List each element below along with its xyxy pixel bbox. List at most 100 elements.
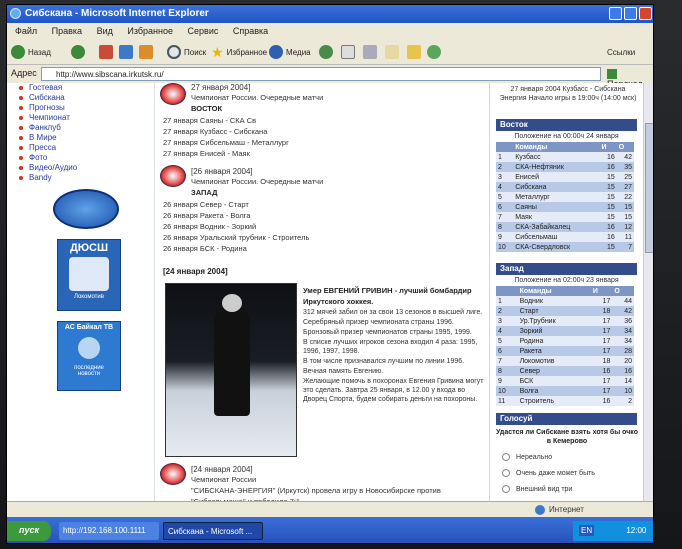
nav-item-6[interactable]: Пресса [7, 143, 155, 153]
table-cell: Сибскана [513, 182, 600, 192]
back-button[interactable]: Назад [11, 43, 51, 61]
table-cell: СКА-Нефтяник [513, 162, 600, 172]
links-button[interactable]: Ссылки [607, 43, 635, 61]
nav-item-2[interactable]: Прогнозы [7, 103, 155, 113]
clock: 12:00 [626, 526, 647, 535]
poll-option[interactable]: Внешний вид три [496, 481, 638, 497]
maximize-button[interactable] [624, 7, 637, 20]
close-button[interactable] [639, 7, 652, 20]
table-cell: 35 [616, 162, 634, 172]
table-cell: 17 [590, 386, 613, 396]
match-line[interactable]: 27 января Кузбасс - Сибскана [163, 126, 289, 137]
start-button[interactable]: пуск [7, 521, 51, 541]
poll-option[interactable]: Очень даже может быть [496, 465, 638, 481]
table-row: 2 СКА-Нефтяник 16 35 [496, 162, 634, 172]
nav-item-8[interactable]: Видео/Аудио [7, 163, 155, 173]
news-headline: Умер ЕВГЕНИЙ ГРИВИН - лучший бомбардир И… [303, 286, 472, 306]
history-icon [319, 45, 333, 59]
print-button[interactable] [363, 43, 377, 61]
table-row: 10 Волга 17 10 [496, 386, 634, 396]
edit-button[interactable] [385, 43, 399, 61]
poll-option-label: Внешний вид три [516, 485, 573, 493]
menu-view[interactable]: Вид [97, 26, 113, 36]
nav-item-7[interactable]: Фото [7, 153, 155, 163]
match-line[interactable]: 27 января Енисей - Маяк [163, 148, 289, 159]
address-input[interactable]: http://www.sibscana.irkutsk.ru/ [41, 67, 601, 81]
dyussh-banner[interactable]: ДЮСШ Локомотив [57, 239, 121, 311]
table-row: 4 Сибскана 15 27 [496, 182, 634, 192]
table-cell: 3 [496, 316, 518, 326]
east-table: Команды И О 1 Кузбасс 16 42 2 СКА-Нефтяник 16 35 3 Е… [496, 142, 634, 252]
menu-file[interactable]: Файл [15, 26, 37, 36]
table-cell: СКА-Свердловск [513, 242, 600, 252]
folder-button[interactable] [407, 43, 421, 61]
table-row: 3 Ур.Трубник 17 36 [496, 316, 634, 326]
poll-option[interactable]: Нереально [496, 449, 638, 465]
table-cell: 44 [612, 296, 634, 306]
table-cell: Енисей [513, 172, 600, 182]
table-cell: 17 [590, 336, 613, 346]
menu-favorites[interactable]: Избранное [127, 26, 173, 36]
vertical-scrollbar[interactable] [643, 83, 653, 501]
radio-button[interactable] [502, 453, 510, 461]
nav-item-1[interactable]: Сибскана [7, 93, 155, 103]
match-line[interactable]: 26 января Север - Старт [163, 199, 309, 210]
forward-arrow-icon [71, 45, 85, 59]
address-label: Адрес [11, 68, 37, 78]
messenger-button[interactable] [427, 43, 441, 61]
table-cell: 2 [496, 162, 514, 172]
language-indicator[interactable]: EN [579, 525, 595, 536]
menu-help[interactable]: Справка [233, 26, 268, 36]
scroll-thumb[interactable] [645, 123, 653, 253]
stop-button[interactable] [99, 43, 113, 61]
address-bar: Адрес http://www.sibscana.irkutsk.ru/ Пе… [7, 65, 653, 89]
table-cell: 1 [496, 152, 514, 162]
nav-item-3[interactable]: Чемпионат [7, 113, 155, 123]
table-cell: 15 [616, 212, 634, 222]
club-emblem-logo[interactable] [53, 189, 119, 229]
table-row: 3 Енисей 15 25 [496, 172, 634, 182]
match-line[interactable]: 26 января Уральский трубник - Строитель [163, 232, 309, 243]
nav-item-9[interactable]: Bandy [7, 173, 155, 183]
forward-button[interactable] [71, 43, 85, 61]
history-button[interactable] [319, 43, 333, 61]
table-cell: Локомотив [517, 356, 591, 366]
table-cell: 17 [590, 296, 613, 306]
match-line[interactable]: 27 января Саяны - СКА Св [163, 115, 289, 126]
match-line[interactable]: 26 января Ракета - Волга [163, 210, 309, 221]
taskbar-item-browser-2[interactable]: Сибскана - Microsoft ... [163, 522, 263, 540]
table-cell: БСК [517, 376, 591, 386]
minimize-button[interactable] [609, 7, 622, 20]
nav-item-5[interactable]: В Мире [7, 133, 155, 143]
table-cell: 22 [616, 192, 634, 202]
taskbar-item-browser-1[interactable]: http://192.168.100.1111 [59, 522, 159, 540]
status-bar: Интернет [7, 501, 653, 517]
menu-edit[interactable]: Правка [52, 26, 82, 36]
search-button[interactable]: Поиск [167, 43, 206, 61]
baikal-tv-banner[interactable]: АС Байкал ТВ последние новости [57, 321, 121, 391]
table-cell: 8 [496, 222, 514, 232]
favorites-button[interactable]: ★ Избранное [211, 43, 267, 61]
table-cell: 3 [496, 172, 514, 182]
refresh-button[interactable] [119, 43, 133, 61]
nav-item-0[interactable]: Гостевая [7, 83, 155, 93]
system-tray: EN 12:00 [573, 521, 653, 541]
nav-item-4[interactable]: Фанклуб [7, 123, 155, 133]
table-cell: 14 [612, 376, 634, 386]
match-line[interactable]: 26 января Водник - Зоркий [163, 221, 309, 232]
mail-button[interactable] [341, 43, 355, 61]
news-lead: Чемпионат России. Очередные матчи [191, 93, 324, 102]
radio-button[interactable] [502, 469, 510, 477]
table-cell: СКА-Забайкалец [513, 222, 600, 232]
match-line[interactable]: 27 января Сибсельмаш - Металлург [163, 137, 289, 148]
menu-tools[interactable]: Сервис [188, 26, 219, 36]
media-button[interactable]: Медиа [269, 43, 311, 61]
right-column: 27 января 2004 Кузбасс - Сибскана Энерги… [492, 83, 643, 501]
player-photo[interactable] [165, 283, 297, 457]
home-button[interactable] [139, 43, 153, 61]
radio-button[interactable] [502, 485, 510, 493]
match-line[interactable]: 26 января БСК - Родина [163, 243, 309, 254]
table-cell: 8 [496, 366, 518, 376]
table-header-cell: О [616, 142, 634, 152]
table-cell: Саяны [513, 202, 600, 212]
